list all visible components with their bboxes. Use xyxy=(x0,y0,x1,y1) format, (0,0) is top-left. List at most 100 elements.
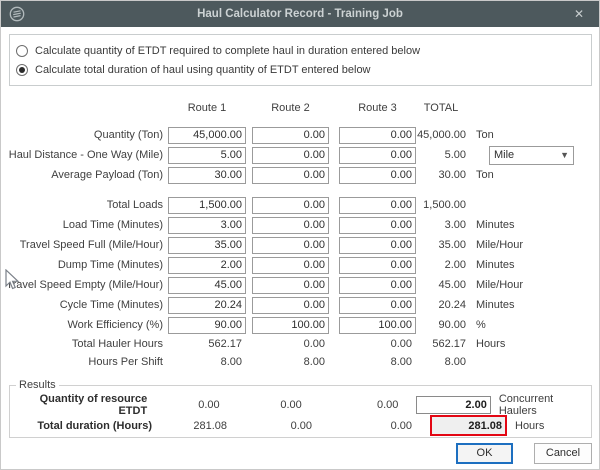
haul-distance-route3-input[interactable] xyxy=(339,147,416,164)
load-time-route2-input[interactable] xyxy=(252,217,329,234)
quantity-etdt-input[interactable] xyxy=(416,396,490,414)
quantity-route1-input[interactable] xyxy=(168,127,246,144)
option-calc-duration[interactable]: Calculate total duration of haul using q… xyxy=(16,64,591,76)
work-eff-route2-input[interactable] xyxy=(252,317,329,334)
row-label: Quantity (Ton) xyxy=(1,129,168,141)
results-group: Results Quantity of resource ETDT 0.00 0… xyxy=(9,379,592,438)
row-total: 562.17 xyxy=(416,338,466,350)
row-unit: Minutes xyxy=(476,299,515,311)
total-loads-route3-input[interactable] xyxy=(339,197,416,214)
result-route1: 0.00 xyxy=(147,399,219,411)
hours-shift-route2: 8.00 xyxy=(252,356,329,368)
result-unit: Hours xyxy=(515,420,544,432)
row-label: Cycle Time (Minutes) xyxy=(1,299,168,311)
ok-button[interactable]: OK xyxy=(456,443,513,464)
haul-distance-route2-input[interactable] xyxy=(252,147,329,164)
haul-calculator-dialog: Haul Calculator Record - Training Job ✕ … xyxy=(0,0,600,470)
row-unit: Ton xyxy=(476,129,494,141)
work-eff-route3-input[interactable] xyxy=(339,317,416,334)
row-label: Hours Per Shift xyxy=(1,356,168,368)
table-header-row: Route 1 Route 2 Route 3 TOTAL xyxy=(1,101,599,115)
titlebar: Haul Calculator Record - Training Job ✕ xyxy=(1,1,599,27)
table-row: Total Loads 1,500.00 xyxy=(1,195,599,215)
close-icon[interactable]: ✕ xyxy=(571,6,587,22)
load-time-route3-input[interactable] xyxy=(339,217,416,234)
dialog-title: Haul Calculator Record - Training Job xyxy=(1,8,599,20)
row-total: 2.00 xyxy=(416,259,466,271)
result-route3: 0.00 xyxy=(312,420,412,432)
haul-distance-route1-input[interactable] xyxy=(168,147,246,164)
cycle-time-route2-input[interactable] xyxy=(252,297,329,314)
row-total: 45.00 xyxy=(416,279,466,291)
quantity-route3-input[interactable] xyxy=(339,127,416,144)
radio-unselected-icon[interactable] xyxy=(16,45,28,57)
speed-full-route1-input[interactable] xyxy=(168,237,246,254)
calc-mode-group: Calculate quantity of ETDT required to c… xyxy=(9,34,592,86)
row-label: Load Time (Minutes) xyxy=(1,219,168,231)
table-row: Total Hauler Hours 562.17 0.00 0.00 562.… xyxy=(1,335,599,353)
total-duration-highlighted-value: 281.08 xyxy=(430,415,507,436)
distance-unit-value: Mile xyxy=(494,149,514,161)
row-total: 35.00 xyxy=(416,239,466,251)
total-loads-route2-input[interactable] xyxy=(252,197,329,214)
result-label: Total duration (Hours) xyxy=(10,420,152,432)
speed-empty-route2-input[interactable] xyxy=(252,277,329,294)
table-row: Work Efficiency (%) 90.00 % xyxy=(1,315,599,335)
avg-payload-route1-input[interactable] xyxy=(168,167,246,184)
dump-time-route1-input[interactable] xyxy=(168,257,246,274)
cancel-button[interactable]: Cancel xyxy=(534,443,592,464)
hauler-hours-route2: 0.00 xyxy=(252,338,329,350)
result-route2: 0.00 xyxy=(220,399,302,411)
row-total: 30.00 xyxy=(416,169,466,181)
total-loads-route1-input[interactable] xyxy=(168,197,246,214)
avg-payload-route3-input[interactable] xyxy=(339,167,416,184)
hauler-hours-route1: 562.17 xyxy=(168,338,246,350)
header-route2: Route 2 xyxy=(252,102,329,114)
row-total: 5.00 xyxy=(416,149,466,161)
hours-shift-route1: 8.00 xyxy=(168,356,246,368)
row-total: 8.00 xyxy=(416,356,466,368)
row-label: Total Loads xyxy=(1,199,168,211)
hours-shift-route3: 8.00 xyxy=(339,356,416,368)
quantity-route2-input[interactable] xyxy=(252,127,329,144)
result-label: Quantity of resource ETDT xyxy=(10,393,147,417)
row-unit: Hours xyxy=(476,338,505,350)
avg-payload-route2-input[interactable] xyxy=(252,167,329,184)
hauler-hours-route3: 0.00 xyxy=(339,338,416,350)
speed-empty-route1-input[interactable] xyxy=(168,277,246,294)
row-label: Average Payload (Ton) xyxy=(1,169,168,181)
row-total: 20.24 xyxy=(416,299,466,311)
speed-empty-route3-input[interactable] xyxy=(339,277,416,294)
row-label: Total Hauler Hours xyxy=(1,338,168,350)
row-unit: Mile/Hour xyxy=(476,279,523,291)
cycle-time-route3-input[interactable] xyxy=(339,297,416,314)
result-row-duration: Total duration (Hours) 281.08 0.00 0.00 … xyxy=(10,415,591,436)
row-unit: Mile/Hour xyxy=(476,239,523,251)
load-time-route1-input[interactable] xyxy=(168,217,246,234)
row-label: Work Efficiency (%) xyxy=(1,319,168,331)
table-row: Haul Distance - One Way (Mile) 5.00 Mile… xyxy=(1,145,599,165)
header-total: TOTAL xyxy=(416,102,466,114)
speed-full-route2-input[interactable] xyxy=(252,237,329,254)
app-logo-icon xyxy=(9,6,25,22)
row-label: Travel Speed Empty (Mile/Hour) xyxy=(1,279,168,291)
table-row: Quantity (Ton) 45,000.00 Ton xyxy=(1,125,599,145)
table-row: Travel Speed Full (Mile/Hour) 35.00 Mile… xyxy=(1,235,599,255)
result-unit: Concurrent Haulers xyxy=(499,393,591,417)
table-row: Cycle Time (Minutes) 20.24 Minutes xyxy=(1,295,599,315)
table-row: Load Time (Minutes) 3.00 Minutes xyxy=(1,215,599,235)
result-route2: 0.00 xyxy=(227,420,312,432)
work-eff-route1-input[interactable] xyxy=(168,317,246,334)
dump-time-route3-input[interactable] xyxy=(339,257,416,274)
speed-full-route3-input[interactable] xyxy=(339,237,416,254)
option-calc-quantity[interactable]: Calculate quantity of ETDT required to c… xyxy=(16,45,591,57)
row-total: 1,500.00 xyxy=(416,199,466,211)
cycle-time-route1-input[interactable] xyxy=(168,297,246,314)
row-label: Travel Speed Full (Mile/Hour) xyxy=(1,239,168,251)
row-unit: % xyxy=(476,319,486,331)
table-row: Travel Speed Empty (Mile/Hour) 45.00 Mil… xyxy=(1,275,599,295)
distance-unit-dropdown[interactable]: Mile ▼ xyxy=(489,146,574,165)
table-row: Hours Per Shift 8.00 8.00 8.00 8.00 xyxy=(1,353,599,371)
dump-time-route2-input[interactable] xyxy=(252,257,329,274)
radio-selected-icon[interactable] xyxy=(16,64,28,76)
